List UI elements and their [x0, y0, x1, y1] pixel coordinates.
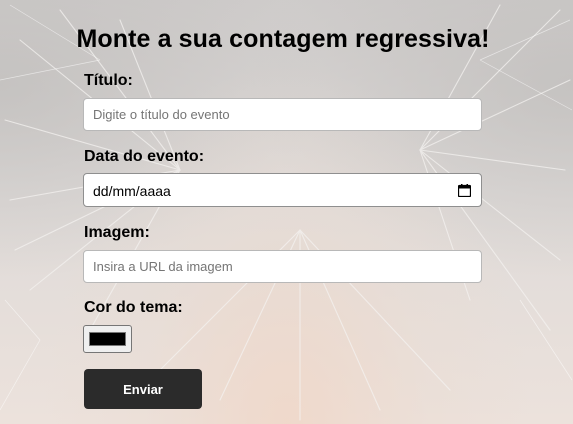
event-date-input[interactable]: dd/mm/aaaa	[83, 173, 482, 207]
countdown-form-container: Monte a sua contagem regressiva! Título:…	[0, 0, 573, 424]
title-input[interactable]	[83, 98, 482, 131]
calendar-icon[interactable]	[458, 184, 471, 197]
theme-color-label: Cor do tema:	[84, 299, 183, 316]
image-label: Imagem:	[84, 224, 150, 241]
image-url-input[interactable]	[83, 250, 482, 283]
submit-button[interactable]: Enviar	[84, 369, 202, 409]
date-label: Data do evento:	[84, 148, 205, 165]
date-value: dd/mm/aaaa	[93, 183, 171, 199]
theme-color-picker[interactable]	[83, 325, 132, 353]
color-preview	[89, 332, 126, 346]
title-label: Título:	[84, 72, 133, 89]
page-title: Monte a sua contagem regressiva!	[76, 25, 490, 53]
